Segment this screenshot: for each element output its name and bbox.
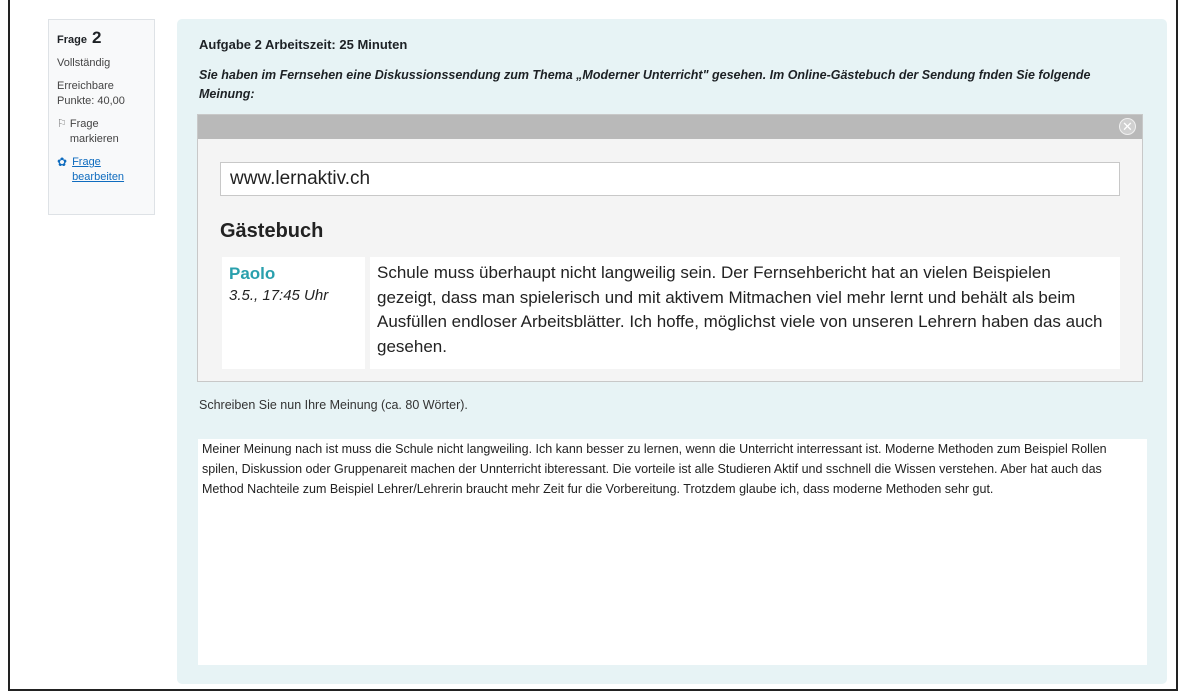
flag-label: Frage markieren bbox=[69, 118, 119, 145]
close-icon[interactable]: ✕ bbox=[1119, 118, 1136, 135]
answer-textarea[interactable]: Meiner Meinung nach ist muss die Schule … bbox=[198, 439, 1147, 665]
question-label: Frage bbox=[57, 34, 87, 46]
answer-prompt: Schreiben Sie nun Ihre Meinung (ca. 80 W… bbox=[199, 398, 468, 412]
flag-question-toggle[interactable]: ⚐ Frage markieren bbox=[57, 117, 146, 147]
gear-icon: ✿ bbox=[57, 155, 68, 169]
guestbook-window: ✕ www.lernaktiv.ch Gästebuch Paolo 3.5.,… bbox=[197, 114, 1143, 382]
question-state: Vollständig bbox=[57, 57, 111, 69]
question-grade: Erreichbare Punkte: 40,00 bbox=[57, 80, 125, 107]
edit-question-label[interactable]: Frage bearbeiten bbox=[72, 155, 146, 185]
question-info-panel: Frage 2 Vollständig Erreichbare Punkte: … bbox=[48, 19, 155, 215]
entry-author-cell: Paolo 3.5., 17:45 Uhr bbox=[222, 257, 365, 369]
question-content: Aufgabe 2 Arbeitszeit: 25 Minuten Sie ha… bbox=[177, 19, 1167, 684]
entry-text: Schule muss überhaupt nicht langweilig s… bbox=[370, 257, 1120, 369]
flag-icon: ⚐ bbox=[57, 118, 67, 130]
question-number-value: 2 bbox=[92, 28, 102, 47]
guestbook-window-header: ✕ bbox=[198, 115, 1142, 139]
task-intro: Sie haben im Fernsehen eine Diskussionss… bbox=[199, 68, 1091, 101]
question-number: Frage 2 bbox=[57, 28, 146, 48]
entry-author: Paolo bbox=[229, 264, 276, 283]
guestbook-title: Gästebuch bbox=[220, 220, 324, 242]
edit-question-link[interactable]: ✿ Frage bearbeiten bbox=[57, 155, 146, 185]
guestbook-url: www.lernaktiv.ch bbox=[220, 162, 1120, 196]
task-title: Aufgabe 2 Arbeitszeit: 25 Minuten bbox=[199, 37, 408, 52]
entry-time: 3.5., 17:45 Uhr bbox=[229, 287, 329, 304]
